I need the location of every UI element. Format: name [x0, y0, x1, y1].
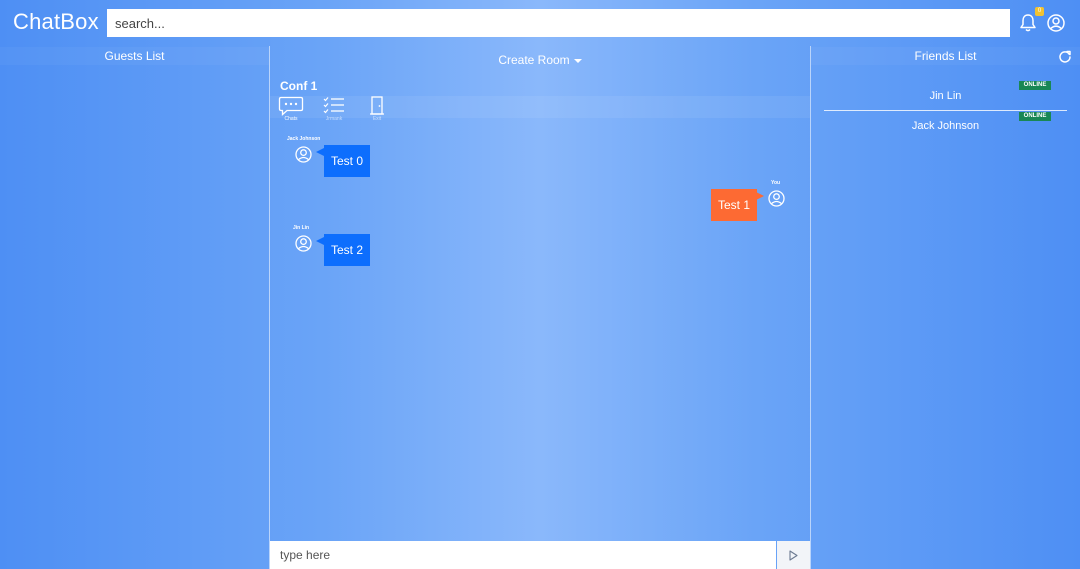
- online-status-badge: ONLINE: [1019, 81, 1051, 90]
- guests-list-heading: Guests List: [0, 47, 269, 65]
- online-status-badge: ONLINE: [1019, 112, 1051, 121]
- caret-down-icon: [573, 58, 582, 63]
- message-bubble: Test 0: [324, 145, 371, 177]
- user-account-icon[interactable]: [1047, 14, 1065, 32]
- left-divider: [269, 46, 270, 569]
- bubble-tail: [316, 148, 324, 156]
- message-bubble: Test 1: [711, 189, 758, 221]
- message-bubble: Test 2: [324, 234, 371, 266]
- room-toolbar: [270, 96, 810, 118]
- bell-icon[interactable]: [1019, 13, 1037, 33]
- exit-button[interactable]: Exit: [362, 96, 392, 122]
- friends-list-heading: Friends List: [811, 47, 1080, 65]
- exit-label: Exit: [372, 116, 382, 122]
- tab-chats-label: Chats: [284, 116, 298, 122]
- bubble-tail: [316, 237, 324, 245]
- avatar-icon: [295, 235, 312, 252]
- avatar-icon: [295, 146, 312, 163]
- tab-checklist[interactable]: Jrmank: [319, 96, 349, 122]
- message-input[interactable]: [270, 541, 776, 569]
- right-divider: [810, 46, 811, 569]
- send-icon: [789, 550, 798, 561]
- message-sender: You: [771, 180, 781, 186]
- bubble-tail: [756, 192, 764, 200]
- avatar-icon: [768, 190, 785, 207]
- checklist-icon: [323, 97, 344, 114]
- notification-badge: 0: [1035, 7, 1044, 16]
- search-input[interactable]: [107, 9, 1010, 37]
- refresh-icon[interactable]: [1058, 50, 1072, 64]
- create-room-label: Create Room: [498, 53, 570, 67]
- create-room-dropdown[interactable]: Create Room: [470, 53, 610, 67]
- top-bar: ChatBox 0: [0, 0, 1080, 46]
- message-sender: Jack Johnson: [287, 136, 321, 142]
- tab-checklist-label: Jrmank: [325, 116, 343, 122]
- friend-name: Jack Johnson: [911, 120, 980, 132]
- send-button[interactable]: [777, 541, 810, 569]
- tab-chats[interactable]: Chats: [276, 96, 306, 122]
- app-logo: ChatBox: [13, 9, 99, 34]
- message-sender: Jin Lin: [293, 225, 310, 231]
- friend-name: Jin Lin: [929, 90, 962, 102]
- room-title: Conf 1: [280, 79, 318, 93]
- door-icon: [370, 96, 384, 115]
- chat-icon: [278, 96, 304, 116]
